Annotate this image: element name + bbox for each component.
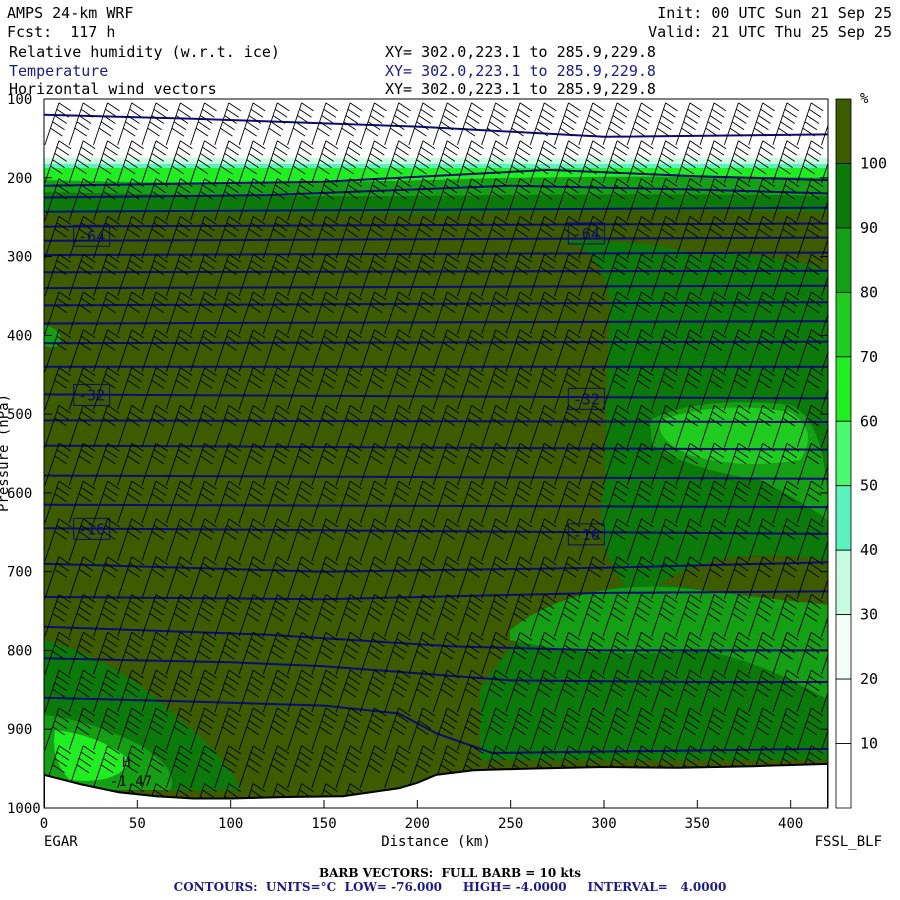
y-tick-label: 200 [7, 171, 32, 187]
colorbar-segment [835, 98, 852, 164]
colorbar-level-label: 40 [860, 541, 878, 559]
colorbar-segment [835, 614, 852, 680]
x-tick-label: 400 [778, 816, 803, 832]
colorbar-segment [835, 420, 852, 487]
colorbar-level-label: 10 [860, 735, 878, 753]
colorbar-level-label: 60 [860, 412, 878, 430]
colorbar-unit: % [860, 91, 869, 107]
colorbar-segment [835, 356, 852, 422]
x-tick-label: 150 [311, 816, 336, 832]
start-location-label: EGAR [44, 834, 78, 850]
cross-section-chart: -64 -64-32 -32-16 -16 H -1.47 1002003004005… [0, 91, 887, 850]
colorbar-level-label: 100 [860, 154, 887, 172]
colorbar-segment [835, 678, 852, 744]
y-tick-label: 400 [7, 328, 32, 344]
y-tick-label: 1000 [7, 801, 41, 817]
high-marker: H [122, 755, 130, 771]
y-tick-label: 700 [7, 565, 32, 581]
colorbar-level-label: 80 [860, 283, 878, 301]
x-tick-label: 250 [498, 816, 523, 832]
contour-label: -64 [573, 225, 600, 243]
y-tick-label: 800 [7, 643, 32, 659]
barb-legend: BARB VECTORS: FULL BARB = 10 kts [318, 866, 582, 880]
high-value: -1.47 [110, 774, 152, 790]
colorbar-level-label: 20 [860, 670, 878, 688]
x-tick-label: 300 [591, 816, 616, 832]
y-tick-label: 100 [7, 92, 32, 108]
x-axis-label: Distance (km) [381, 834, 491, 850]
colorbar-level-label: 50 [860, 477, 878, 495]
y-tick-label: 300 [7, 250, 32, 266]
contour-label: -32 [78, 386, 105, 404]
contour-legend: CONTOURS: UNITS=°C LOW= -76.000 HIGH= -4… [173, 880, 727, 894]
x-tick-label: 0 [40, 816, 48, 832]
colorbar-level-label: 70 [860, 348, 878, 366]
colorbar-segment [835, 163, 852, 229]
contour-label: -16 [573, 526, 600, 544]
x-tick-label: 50 [129, 816, 146, 832]
contour-label: -16 [78, 520, 105, 538]
rh-colorbar: 100 90 80 70 60 50 40 30 20 10 [835, 98, 887, 809]
colorbar-segment [835, 549, 852, 616]
y-tick-label: 900 [7, 722, 32, 738]
colorbar-segment [835, 485, 852, 551]
colorbar-segment [835, 291, 852, 358]
x-tick-label: 100 [218, 816, 243, 832]
contour-label: -32 [573, 390, 600, 408]
end-location-label: FSSL_BLF [815, 834, 882, 850]
y-axis-label: Pressure (hPa) [0, 394, 12, 512]
colorbar-segment [835, 743, 852, 809]
colorbar-level-label: 90 [860, 219, 878, 237]
x-tick-label: 350 [685, 816, 710, 832]
colorbar-segment [835, 227, 852, 293]
contour-label: -64 [78, 227, 105, 245]
colorbar-level-label: 30 [860, 606, 878, 624]
x-tick-label: 200 [405, 816, 430, 832]
